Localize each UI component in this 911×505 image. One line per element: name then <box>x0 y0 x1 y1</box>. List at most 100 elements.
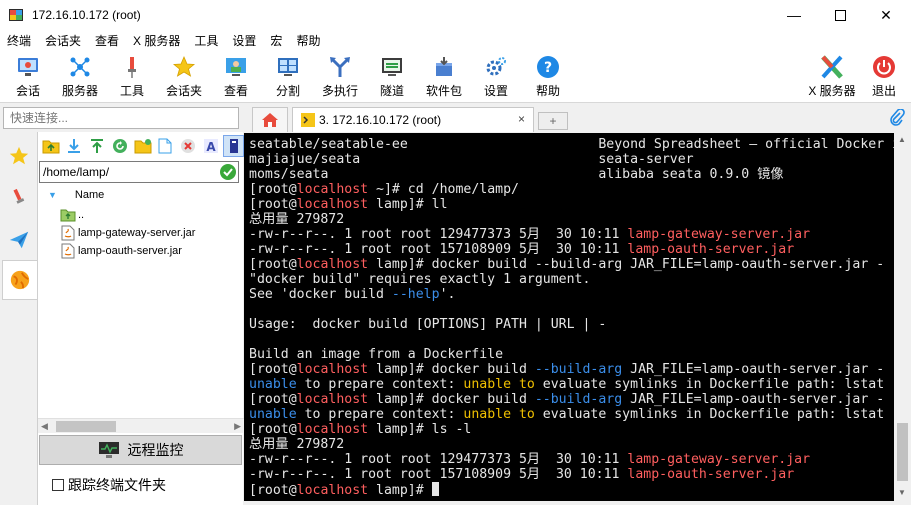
help-button[interactable]: ? 帮助 <box>526 53 570 101</box>
terminal-line: [root@localhost lamp]# ls -l <box>249 422 894 437</box>
xserver-label: X 服务器 <box>808 84 856 98</box>
horizontal-scrollbar[interactable]: ◀ ▶ <box>38 418 244 433</box>
terminal-text: evaluate symlinks in Dockerfile path: ls… <box>534 377 885 392</box>
star-icon <box>9 146 29 165</box>
sidebar-tab-sessions[interactable] <box>3 136 35 176</box>
sessions-button[interactable]: 会话夹 <box>162 53 206 101</box>
terminal-text: unable to <box>463 377 535 392</box>
follow-terminal-checkbox[interactable]: 跟踪终端文件夹 <box>52 475 166 495</box>
menu-macros[interactable]: 宏 <box>263 32 289 49</box>
multiexec-icon <box>330 57 350 77</box>
checkbox-box[interactable] <box>52 479 64 491</box>
terminal-line: unable to prepare context: unable to eva… <box>249 377 894 392</box>
terminal[interactable]: seatable/seatable-ee Beyond Spreadsheet … <box>244 133 894 501</box>
sftp-path-input[interactable]: /home/lamp/ <box>39 161 239 183</box>
close-tab-icon[interactable]: × <box>518 112 525 126</box>
tunnel-label: 隧道 <box>379 84 404 98</box>
file-name: lamp-gateway-server.jar <box>78 227 196 239</box>
view-button[interactable]: 查看 <box>214 53 258 101</box>
menu-view[interactable]: 查看 <box>88 32 126 49</box>
terminal-text: evaluate symlinks in Dockerfile path: ls… <box>534 407 885 422</box>
terminal-line: seatable/seatable-ee Beyond Spreadsheet … <box>249 137 894 152</box>
scroll-thumb[interactable] <box>56 421 116 432</box>
paperclip-icon[interactable] <box>889 109 905 127</box>
terminal-scrollbar[interactable]: ▲ ▼ <box>894 133 911 501</box>
rename-button[interactable]: A <box>200 135 221 157</box>
quick-connect-input[interactable] <box>3 107 239 129</box>
delete-button[interactable] <box>178 135 199 157</box>
sftp-panel: A /home/lamp/ ▼ Name .. lamp-gateway-ser… <box>37 132 245 505</box>
refresh-button[interactable] <box>109 135 130 157</box>
scroll-right-icon[interactable]: ▶ <box>234 421 241 432</box>
sidebar-tab-tools[interactable] <box>3 178 35 218</box>
list-item[interactable]: lamp-gateway-server.jar <box>38 224 244 242</box>
tunnel-button[interactable]: 隧道 <box>370 53 414 101</box>
new-file-button[interactable] <box>155 135 176 157</box>
scroll-thumb[interactable] <box>897 423 908 481</box>
close-button[interactable]: ✕ <box>863 0 909 30</box>
exit-label: 退出 <box>871 84 896 98</box>
menu-sessions[interactable]: 会话夹 <box>38 32 88 49</box>
session-tab[interactable]: 3. 172.16.10.172 (root) × <box>292 107 534 132</box>
sidebar-tab-macros[interactable] <box>3 220 35 260</box>
terminal-tab-icon <box>301 113 315 127</box>
terminal-text: lamp-gateway-server.jar <box>627 452 811 467</box>
terminal-line: [root@localhost lamp]# <box>249 482 894 497</box>
tunnel-icon <box>382 58 402 76</box>
download-button[interactable] <box>64 135 85 157</box>
attributes-button[interactable] <box>223 135 245 157</box>
terminal-text: [root@ <box>249 483 297 497</box>
terminal-text: [root@ <box>249 197 297 212</box>
scroll-up-icon[interactable]: ▲ <box>898 135 906 144</box>
sidebar-tab-sftp[interactable] <box>2 260 37 300</box>
tools-button[interactable]: 工具 <box>110 53 154 101</box>
column-header[interactable]: ▼ Name <box>38 185 244 205</box>
terminal-text: --build-arg <box>534 392 623 407</box>
menu-settings[interactable]: 设置 <box>225 32 263 49</box>
minimize-icon: — <box>787 7 801 23</box>
menu-help[interactable]: 帮助 <box>289 32 327 49</box>
new-folder-button[interactable] <box>132 135 153 157</box>
scroll-down-icon[interactable]: ▼ <box>898 488 906 497</box>
path-go-button[interactable] <box>220 164 236 180</box>
close-icon: ✕ <box>880 6 892 23</box>
split-button[interactable]: 分割 <box>266 53 310 101</box>
terminal-line: -rw-r--r--. 1 root root 157108909 5月 30 … <box>249 467 894 482</box>
packages-button[interactable]: 软件包 <box>422 53 466 101</box>
sftp-path-text: /home/lamp/ <box>43 165 110 179</box>
plus-icon: + <box>549 114 557 128</box>
terminal-line: 总用量 279872 <box>249 212 894 227</box>
folder-up-icon <box>42 140 60 154</box>
terminal-text: ~]# cd /home/lamp/ <box>368 182 519 197</box>
menu-tools[interactable]: 工具 <box>187 32 225 49</box>
svg-text:?: ? <box>544 60 552 76</box>
minimize-button[interactable]: — <box>771 0 817 30</box>
multiexec-button[interactable]: 多执行 <box>318 53 362 101</box>
new-tab-button[interactable]: + <box>538 112 568 130</box>
list-item[interactable]: lamp-oauth-server.jar <box>38 242 244 260</box>
remote-monitor-button[interactable]: 远程监控 <box>39 435 242 465</box>
upload-button[interactable] <box>87 135 108 157</box>
menu-xserver[interactable]: X 服务器 <box>126 32 187 49</box>
session-button[interactable]: 会话 <box>6 53 50 101</box>
terminal-app-icon <box>9 9 23 21</box>
scroll-left-icon[interactable]: ◀ <box>41 421 48 432</box>
list-item[interactable]: .. <box>38 206 244 224</box>
terminal-text: localhost <box>296 197 369 212</box>
xserver-button[interactable]: X 服务器 <box>808 53 856 101</box>
parent-folder-button[interactable] <box>41 135 62 157</box>
xserver-icon <box>821 55 843 79</box>
terminal-text: "docker build" requires exactly 1 argume… <box>249 272 591 287</box>
home-icon <box>262 113 278 127</box>
menu-terminal[interactable]: 终端 <box>0 32 38 49</box>
settings-button[interactable]: 设置 <box>474 53 518 101</box>
servers-button[interactable]: 服务器 <box>58 53 102 101</box>
terminal-text: seatable/seatable-ee Beyond Spreadsheet … <box>249 137 894 152</box>
home-tab[interactable] <box>252 107 288 132</box>
title-bar: 172.16.10.172 (root) — ✕ <box>0 0 911 30</box>
exit-button[interactable]: 退出 <box>862 53 906 101</box>
maximize-button[interactable] <box>817 0 863 30</box>
tools-icon <box>13 188 25 204</box>
terminal-line: majiajue/seata seata-server <box>249 152 894 167</box>
